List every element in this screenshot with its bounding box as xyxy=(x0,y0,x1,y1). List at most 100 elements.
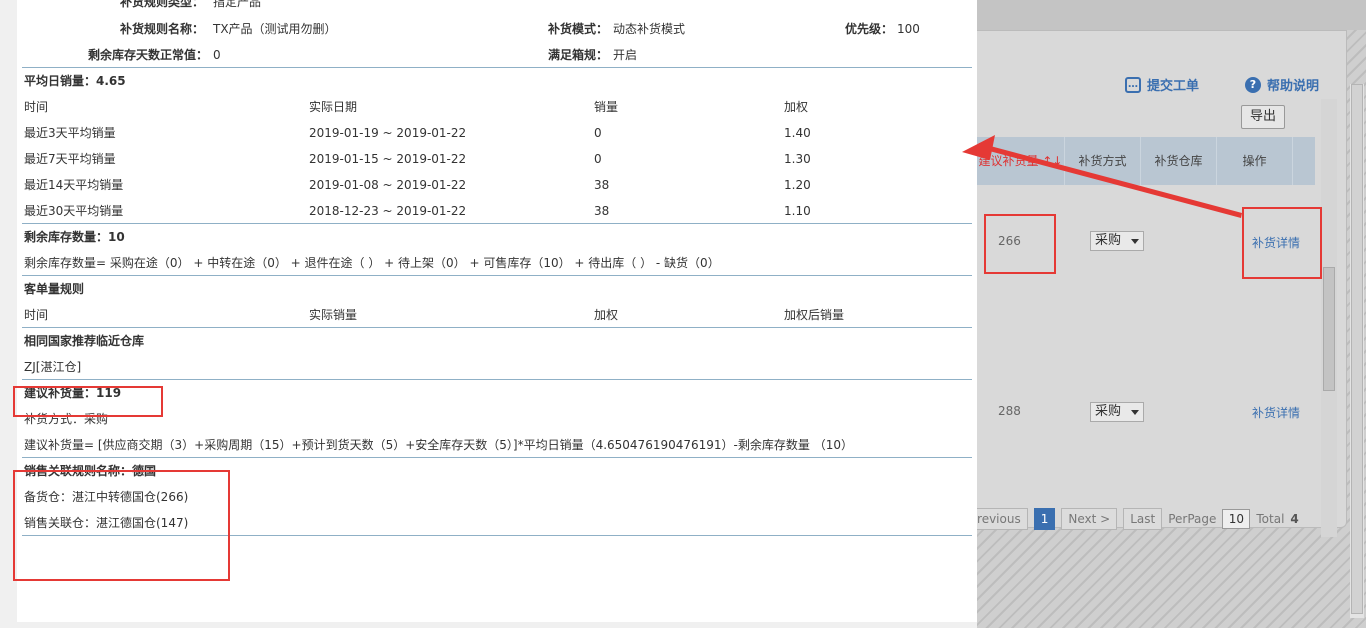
mode-label: 补货模式： xyxy=(548,22,609,36)
order-rule-title: 客单量规则 xyxy=(24,282,85,296)
row-weight: 1.10 xyxy=(784,204,811,218)
row-period: 最近30天平均销量 xyxy=(24,204,124,218)
priority-value: 100 xyxy=(897,22,920,36)
highlight-box-qty xyxy=(984,214,1056,274)
suggest-formula-row: 建议补货量= [供应商交期（3）+采购周期（15）+预计到货天数（5）+安全库存… xyxy=(22,432,972,458)
pagination: Previous 1 Next > Last PerPage 10 Total … xyxy=(977,505,1299,533)
row-sales: 38 xyxy=(594,204,610,218)
row1-method-value: 采购 xyxy=(1095,233,1122,248)
suggest-title-row: 建议补货量：119 xyxy=(22,380,972,406)
highlight-box-detail xyxy=(1242,207,1322,279)
row-period: 最近14天平均销量 xyxy=(24,178,124,192)
last-page-button[interactable]: Last xyxy=(1123,508,1163,530)
remaining-stock-formula: 剩余库存数量= 采购在途（0） + 中转在途（0） + 退件在途（ ） + 待上… xyxy=(24,256,720,270)
total-label: Total xyxy=(1256,512,1285,526)
page-scrollbar[interactable] xyxy=(1350,84,1364,618)
col-time: 时间 xyxy=(24,100,49,114)
per-page-input[interactable]: 10 xyxy=(1222,509,1251,529)
rule-name-value: TX产品（测试用勿删） xyxy=(213,22,337,36)
order-rule-header: 时间 实际销量 加权 加权后销量 xyxy=(22,302,972,328)
grid-scrollbar-thumb[interactable] xyxy=(1323,267,1335,391)
order-rule-title-row: 客单量规则 xyxy=(22,276,972,302)
page-1-button[interactable]: 1 xyxy=(1033,508,1056,530)
avg-sales-row: 最近30天平均销量 2018-12-23 ~ 2019-01-22 38 1.1… xyxy=(22,198,972,224)
mode-value: 动态补货模式 xyxy=(613,22,686,36)
row-weight: 1.30 xyxy=(784,152,811,166)
detail-content: 补货规则类型： 指定产品 补货规则名称： TX产品（测试用勿删） 补货模式： 动… xyxy=(22,0,972,536)
grid-scrollbar[interactable] xyxy=(1321,99,1337,537)
col-weight: 加权 xyxy=(784,100,809,114)
background-topbar xyxy=(977,0,1366,30)
row1-method-select[interactable]: 采购 xyxy=(1090,231,1144,251)
chat-icon: … xyxy=(1125,76,1141,93)
satisfy-value: 开启 xyxy=(613,48,638,62)
col-actual-sales: 实际销量 xyxy=(309,308,358,322)
row2-detail-link[interactable]: 补货详情 xyxy=(1252,404,1300,421)
row-date: 2019-01-15 ~ 2019-01-22 xyxy=(309,152,467,166)
row2-qty: 288 xyxy=(998,404,1021,418)
row-date: 2019-01-19 ~ 2019-01-22 xyxy=(309,126,467,140)
chevron-down-icon xyxy=(1131,410,1139,415)
avg-sales-title-row: 平均日销量：4.65 xyxy=(22,68,972,94)
stock-days-row: 剩余库存天数正常值： 0 满足箱规： 开启 xyxy=(22,42,972,68)
col-time: 时间 xyxy=(24,308,49,322)
next-page-button[interactable]: Next > xyxy=(1061,508,1118,530)
suggest-method-row: 补货方式：采购 xyxy=(22,406,972,432)
per-page-label: PerPage xyxy=(1168,512,1217,526)
suggest-formula: 建议补货量= [供应商交期（3）+采购周期（15）+预计到货天数（5）+安全库存… xyxy=(24,438,853,452)
col-sales: 销量 xyxy=(594,100,619,114)
rule-type-label: 补货规则类型： xyxy=(120,0,205,9)
row2-method-select[interactable]: 采购 xyxy=(1090,402,1144,422)
submit-ticket-link[interactable]: … 提交工单 xyxy=(1125,75,1199,94)
nearby-warehouse-value: ZJ[湛江仓] xyxy=(24,360,82,374)
avg-sales-row: 最近3天平均销量 2019-01-19 ~ 2019-01-22 0 1.40 xyxy=(22,120,972,146)
col-suggest-qty[interactable]: 建议补货量 ↑↓ xyxy=(977,137,1065,185)
grid-header: 建议补货量 ↑↓ 补货方式 补货仓库 操作 xyxy=(977,137,1315,185)
row-sales: 38 xyxy=(594,178,610,192)
row-date: 2018-12-23 ~ 2019-01-22 xyxy=(309,204,467,218)
nearby-warehouse-title-row: 相同国家推荐临近仓库 xyxy=(22,328,972,354)
col-method: 补货方式 xyxy=(1065,137,1141,185)
rule-type-value: 指定产品 xyxy=(213,0,262,9)
highlight-box-sales-link xyxy=(13,470,230,581)
help-icon: ? xyxy=(1245,76,1261,93)
page-scrollbar-thumb[interactable] xyxy=(1351,84,1363,614)
row-weight: 1.40 xyxy=(784,126,811,140)
satisfy-label: 满足箱规： xyxy=(548,48,609,62)
remaining-stock-title: 剩余库存数量：10 xyxy=(24,230,125,244)
remaining-stock-formula-row: 剩余库存数量= 采购在途（0） + 中转在途（0） + 退件在途（ ） + 待上… xyxy=(22,250,972,276)
priority-label: 优先级： xyxy=(845,22,894,36)
avg-sales-header: 时间 实际日期 销量 加权 xyxy=(22,94,972,120)
help-label: 帮助说明 xyxy=(1267,79,1320,94)
submit-ticket-label: 提交工单 xyxy=(1147,79,1200,94)
background-window: … 提交工单 ? 帮助说明 导出 建议补货量 ↑↓ 补货方式 补货仓库 操作 2… xyxy=(977,30,1347,537)
rule-type-row: 补货规则类型： 指定产品 xyxy=(22,0,972,16)
highlight-box-suggest xyxy=(13,386,163,417)
total-value: 4 xyxy=(1290,512,1299,526)
col-weighted-sales: 加权后销量 xyxy=(784,308,845,322)
rule-name-label: 补货规则名称： xyxy=(120,22,205,36)
prev-page-button[interactable]: Previous xyxy=(977,508,1028,530)
row-period: 最近7天平均销量 xyxy=(24,152,116,166)
stock-days-value: 0 xyxy=(213,48,221,62)
help-link[interactable]: ? 帮助说明 xyxy=(1245,75,1319,94)
replenish-detail-panel: 补货规则类型： 指定产品 补货规则名称： TX产品（测试用勿删） 补货模式： 动… xyxy=(13,0,977,622)
nearby-warehouse-row: ZJ[湛江仓] xyxy=(22,354,972,380)
nearby-warehouse-title: 相同国家推荐临近仓库 xyxy=(24,334,145,348)
row-date: 2019-01-08 ~ 2019-01-22 xyxy=(309,178,467,192)
avg-sales-row: 最近7天平均销量 2019-01-15 ~ 2019-01-22 0 1.30 xyxy=(22,146,972,172)
export-button[interactable]: 导出 xyxy=(1241,105,1285,129)
row-sales: 0 xyxy=(594,152,602,166)
remaining-stock-title-row: 剩余库存数量：10 xyxy=(22,224,972,250)
row-weight: 1.20 xyxy=(784,178,811,192)
row-sales: 0 xyxy=(594,126,602,140)
avg-sales-title: 平均日销量：4.65 xyxy=(24,74,126,88)
stock-days-label: 剩余库存天数正常值： xyxy=(88,48,209,62)
chevron-down-icon xyxy=(1131,239,1139,244)
row2-method-value: 采购 xyxy=(1095,404,1122,419)
rule-name-row: 补货规则名称： TX产品（测试用勿删） 补货模式： 动态补货模式 优先级： 10… xyxy=(22,16,972,42)
avg-sales-row: 最近14天平均销量 2019-01-08 ~ 2019-01-22 38 1.2… xyxy=(22,172,972,198)
col-date: 实际日期 xyxy=(309,100,358,114)
background-app: … 提交工单 ? 帮助说明 导出 建议补货量 ↑↓ 补货方式 补货仓库 操作 2… xyxy=(977,0,1366,628)
col-warehouse: 补货仓库 xyxy=(1141,137,1217,185)
